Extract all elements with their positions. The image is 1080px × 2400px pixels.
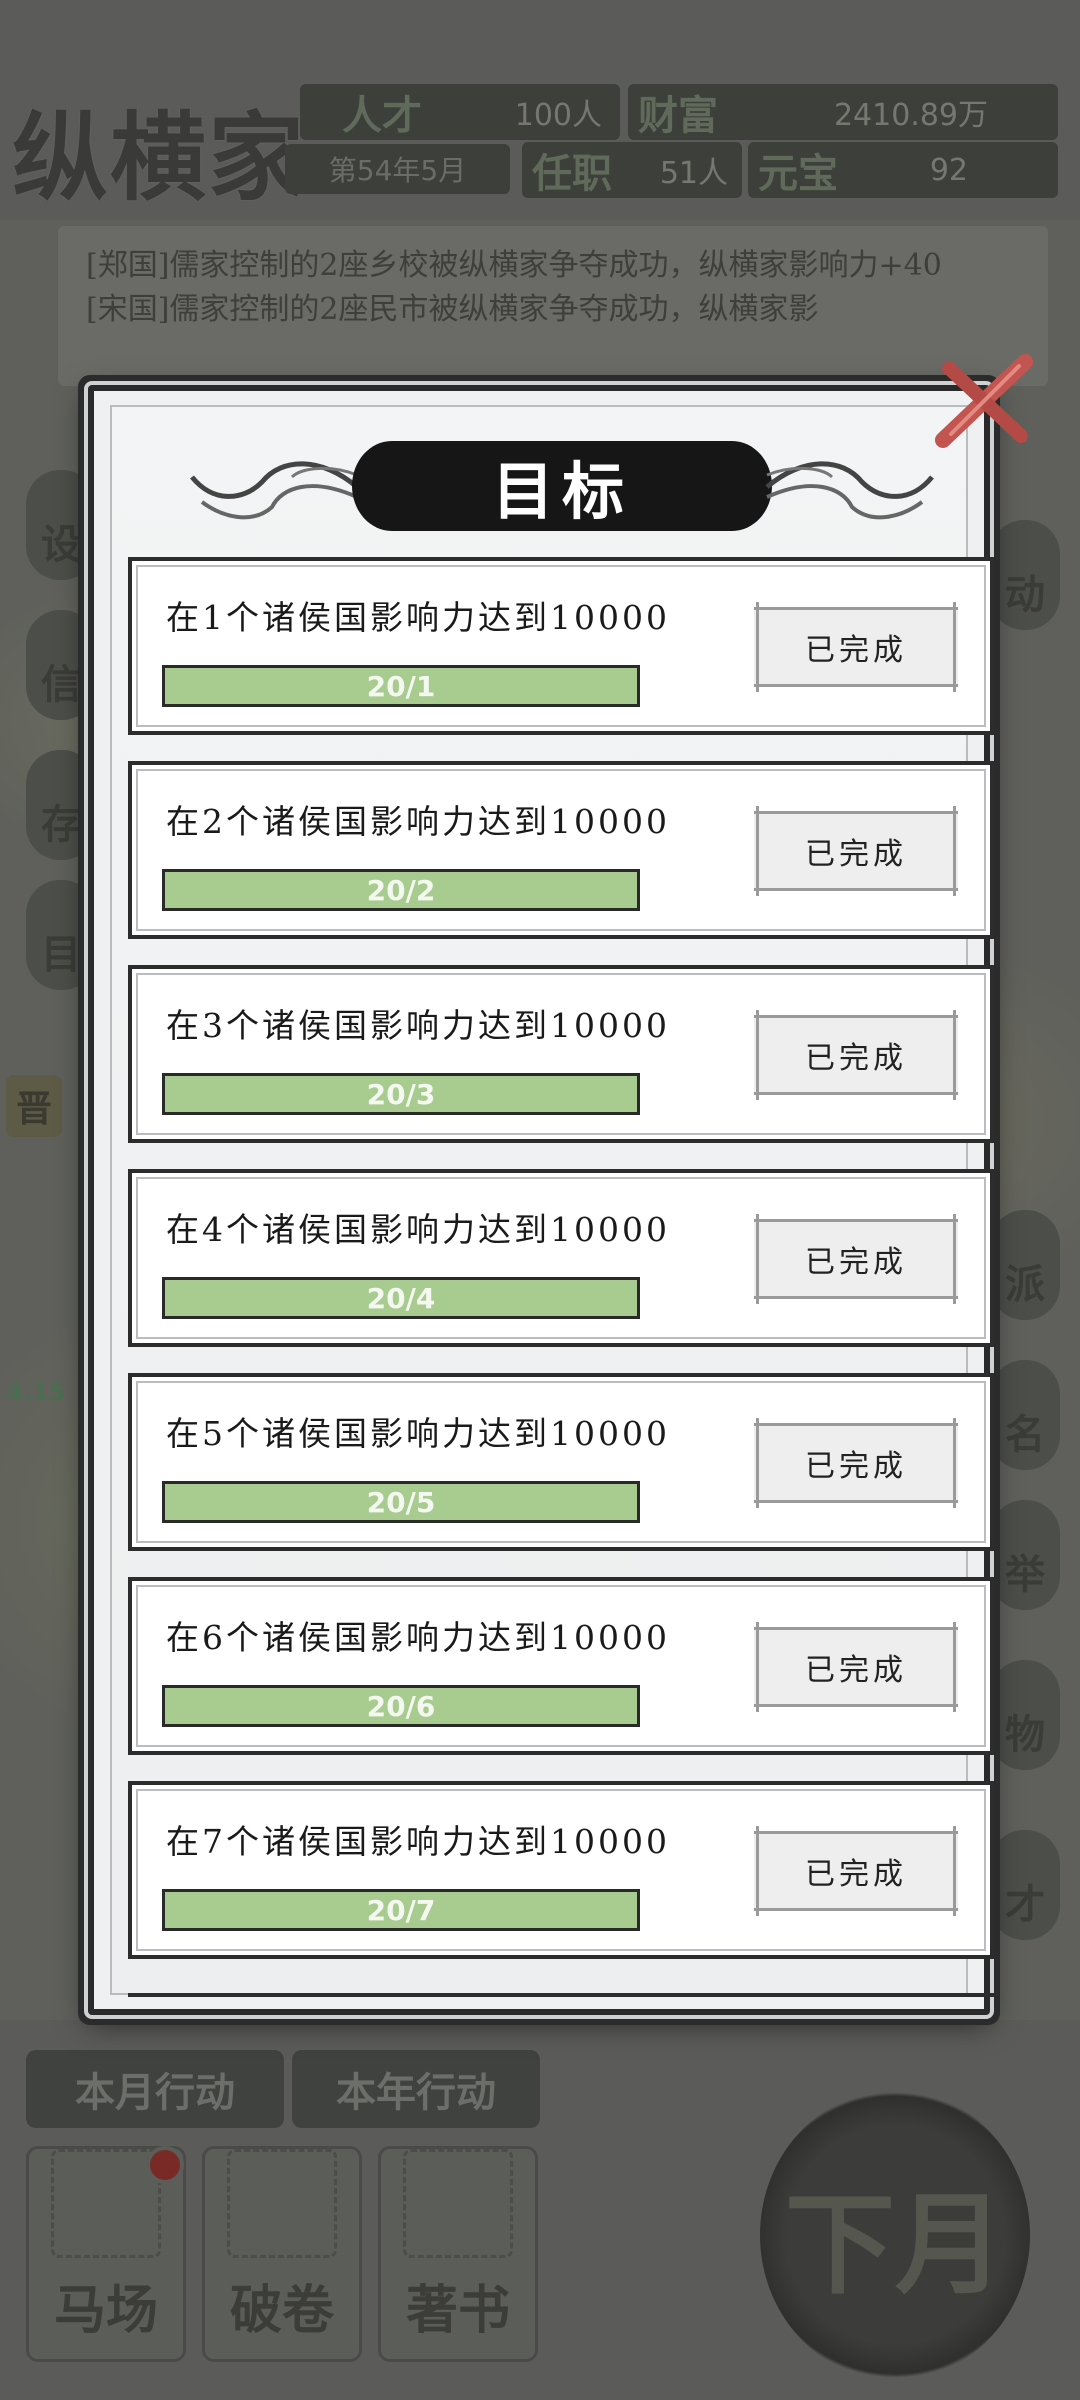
goal-progress-bar: 20/6 — [162, 1685, 640, 1727]
progress-label: 20/7 — [366, 1893, 436, 1927]
goal-item: 在2个诸侯国影响力达到10000 20/2 已完成 — [128, 761, 994, 939]
goal-progress-bar: 20/2 — [162, 869, 640, 911]
side-button-fame[interactable]: 名 — [990, 1360, 1060, 1470]
side-button-talent[interactable]: 才 — [990, 1830, 1060, 1940]
goal-text: 在7个诸侯国影响力达到10000 — [166, 1822, 670, 1861]
completed-button[interactable]: 已完成 — [754, 806, 958, 896]
goal-progress-bar: 20/5 — [162, 1481, 640, 1523]
side-value: 4.15 — [6, 1378, 66, 1406]
side-button-action[interactable]: 动 — [990, 520, 1060, 630]
ingot-value: 92 — [929, 152, 968, 188]
goal-item: 在3个诸侯国影响力达到10000 20/3 已完成 — [128, 965, 994, 1143]
side-button-settings[interactable]: 设 — [26, 470, 96, 580]
side-button-items[interactable]: 物 — [990, 1660, 1060, 1770]
completed-button[interactable]: 已完成 — [754, 1622, 958, 1712]
office-stat: 任职 51人 — [522, 142, 742, 198]
action-label: 马场 — [53, 2280, 158, 2341]
progress-label: 20/5 — [366, 1485, 436, 1519]
side-button-letters[interactable]: 信 — [26, 610, 96, 720]
modal-title: 目标 — [352, 441, 772, 531]
goals-modal: 目标 在1个诸侯国影响力达到10000 20/1 已完成 在2个诸侯国影响力达到… — [88, 354, 1033, 2015]
side-button-faction[interactable]: 派 — [990, 1210, 1060, 1320]
progress-label: 20/4 — [366, 1281, 436, 1315]
goal-progress-bar: 20/3 — [162, 1073, 640, 1115]
list-bottom-divider — [128, 1993, 994, 1997]
goal-item: 在6个诸侯国影响力达到10000 20/6 已完成 — [128, 1577, 994, 1755]
close-button[interactable] — [924, 339, 1044, 459]
completed-button[interactable]: 已完成 — [754, 1418, 958, 1508]
side-button-goals[interactable]: 目 — [26, 880, 96, 990]
progress-label: 20/1 — [366, 669, 436, 703]
ingot-stat: 元宝 92 — [748, 142, 1058, 198]
news-feed: [郑国]儒家控制的2座乡校被纵横家争夺成功，纵横家影响力+40 [宋国]儒家控制… — [58, 226, 1048, 386]
bottom-actions: 本月行动 本年行动 马场 破卷 著书 下月 — [0, 2030, 1080, 2400]
goal-item: 在1个诸侯国影响力达到10000 20/1 已完成 — [128, 557, 994, 735]
tab-this-month[interactable]: 本月行动 — [26, 2050, 284, 2128]
completed-button[interactable]: 已完成 — [754, 1010, 958, 1100]
cloud-ornament-left-icon — [190, 461, 359, 520]
notification-dot — [146, 2146, 184, 2184]
ingot-label: 元宝 — [758, 151, 838, 197]
office-value: 51人 — [659, 156, 728, 191]
talent-value: 100人 — [514, 98, 602, 133]
state-tag[interactable]: 晋 — [6, 1075, 62, 1137]
completed-button[interactable]: 已完成 — [754, 1214, 958, 1304]
action-break-scroll[interactable]: 破卷 — [202, 2146, 362, 2362]
goal-text: 在1个诸侯国影响力达到10000 — [166, 598, 670, 637]
action-label: 破卷 — [229, 2280, 334, 2341]
action-label: 著书 — [405, 2280, 510, 2341]
wealth-value: 2410.89万 — [833, 98, 988, 133]
goal-text: 在5个诸侯国影响力达到10000 — [166, 1414, 670, 1453]
close-icon — [935, 354, 1033, 448]
wealth-stat: 财富 2410.89万 — [628, 84, 1058, 140]
wealth-label: 财富 — [638, 93, 718, 139]
talent-stat: 人才 100人 — [300, 84, 620, 140]
next-month-button[interactable]: 下月 — [760, 2090, 1030, 2380]
goal-progress-bar: 20/7 — [162, 1889, 640, 1931]
goal-text: 在6个诸侯国影响力达到10000 — [166, 1618, 670, 1657]
goal-text: 在2个诸侯国影响力达到10000 — [166, 802, 670, 841]
news-line: [郑国]儒家控制的2座乡校被纵横家争夺成功，纵横家影响力+40 — [86, 248, 942, 283]
side-button-save[interactable]: 存 — [26, 750, 96, 860]
faction-name: 纵横家 — [12, 101, 306, 214]
progress-label: 20/3 — [366, 1077, 436, 1111]
goal-item: 在5个诸侯国影响力达到10000 20/5 已完成 — [128, 1373, 994, 1551]
saddle-icon — [51, 2149, 161, 2258]
talent-label: 人才 — [342, 93, 422, 139]
goal-item: 在4个诸侯国影响力达到10000 20/4 已完成 — [128, 1169, 994, 1347]
goal-item: 在7个诸侯国影响力达到10000 20/7 已完成 — [128, 1781, 994, 1959]
completed-button[interactable]: 已完成 — [754, 1826, 958, 1916]
brush-icon — [403, 2149, 513, 2258]
office-label: 任职 — [532, 151, 612, 197]
scroll-icon — [227, 2149, 337, 2258]
tab-this-year[interactable]: 本年行动 — [292, 2050, 540, 2128]
progress-label: 20/2 — [366, 873, 436, 907]
progress-label: 20/6 — [366, 1689, 436, 1723]
action-write-book[interactable]: 著书 — [378, 2146, 538, 2362]
completed-button[interactable]: 已完成 — [754, 602, 958, 692]
goal-text: 在3个诸侯国影响力达到10000 — [166, 1006, 670, 1045]
news-line: [宋国]儒家控制的2座民市被纵横家争夺成功，纵横家影 — [86, 292, 819, 327]
date-display: 第54年5月 — [285, 144, 510, 194]
goal-progress-bar: 20/4 — [162, 1277, 640, 1319]
side-button-recruit[interactable]: 举 — [990, 1500, 1060, 1610]
cloud-ornament-right-icon — [765, 461, 934, 520]
modal-panel: 目标 在1个诸侯国影响力达到10000 20/1 已完成 在2个诸侯国影响力达到… — [110, 405, 994, 1997]
top-header: 纵横家 人才 100人 财富 2410.89万 第54年5月 任职 51人 元宝… — [0, 60, 1080, 214]
goal-text: 在4个诸侯国影响力达到10000 — [166, 1210, 670, 1249]
goal-progress-bar: 20/1 — [162, 665, 640, 707]
